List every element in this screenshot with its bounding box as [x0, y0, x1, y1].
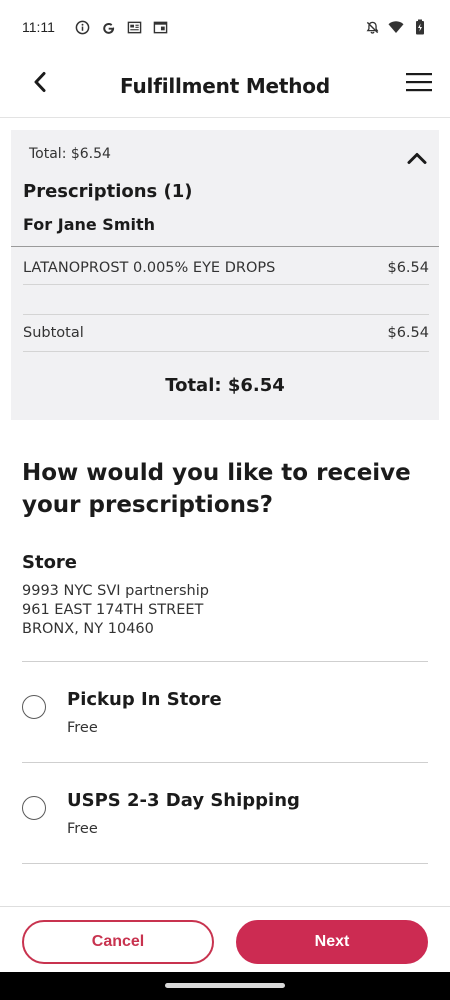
divider — [23, 284, 429, 285]
patient-name: For Jane Smith — [23, 215, 156, 234]
order-summary-panel: Total: $6.54 Prescriptions (1) For Jane … — [11, 130, 439, 420]
fulfillment-question: How would you like to receive your presc… — [22, 460, 411, 518]
grand-total: Total: $6.54 — [165, 375, 285, 396]
subtotal-label: Subtotal — [23, 325, 84, 341]
prescriptions-heading: Prescriptions (1) — [23, 181, 193, 202]
chevron-left-icon — [34, 72, 46, 92]
pickup-radio[interactable] — [22, 695, 46, 719]
store-address-line: BRONX, NY 10460 — [22, 621, 154, 637]
subtotal-row: Subtotal $6.54 — [23, 325, 429, 341]
line-item: LATANOPROST 0.005% EYE DROPS $6.54 — [23, 260, 429, 276]
collapse-summary-button[interactable] — [405, 148, 429, 168]
status-time: 11:11 — [22, 19, 55, 35]
divider — [22, 661, 428, 662]
option-usps-shipping[interactable]: USPS 2-3 Day Shipping Free — [22, 787, 428, 867]
store-label: Store — [22, 552, 78, 573]
bell-off-icon — [364, 19, 380, 35]
bottom-action-bar: Cancel Next — [0, 906, 450, 972]
back-button[interactable] — [26, 68, 54, 96]
option-price: Free — [67, 821, 98, 837]
line-item-price: $6.54 — [387, 260, 429, 276]
option-title: Pickup In Store — [67, 689, 222, 710]
news-icon — [127, 19, 143, 35]
divider — [23, 351, 429, 352]
store-address-line: 9993 NYC SVI partnership — [22, 583, 209, 599]
divider — [22, 863, 428, 864]
divider — [11, 246, 439, 247]
option-price: Free — [67, 720, 98, 736]
window-icon — [153, 19, 169, 35]
chevron-up-icon — [407, 153, 427, 164]
status-left: 11:11 — [22, 19, 169, 35]
home-gesture-handle[interactable] — [165, 983, 285, 988]
store-address-line: 961 EAST 174TH STREET — [22, 602, 204, 618]
info-icon — [75, 19, 91, 35]
status-right — [364, 19, 428, 35]
next-button[interactable]: Next — [236, 920, 428, 964]
summary-total-collapsed: Total: $6.54 — [29, 146, 111, 162]
system-nav-bar — [0, 972, 450, 1000]
option-title: USPS 2-3 Day Shipping — [67, 790, 300, 811]
shipping-radio[interactable] — [22, 796, 46, 820]
option-pickup-in-store[interactable]: Pickup In Store Free — [22, 686, 428, 766]
divider — [22, 762, 428, 763]
cancel-button[interactable]: Cancel — [22, 920, 214, 964]
wifi-icon — [388, 19, 404, 35]
battery-icon — [412, 19, 428, 35]
hamburger-menu-icon — [406, 73, 432, 92]
google-icon — [101, 19, 117, 35]
store-address: 9993 NYC SVI partnership 961 EAST 174TH … — [22, 582, 209, 639]
status-bar: 11:11 — [0, 0, 450, 54]
app-header: Fulfillment Method — [0, 54, 450, 118]
page-title: Fulfillment Method — [120, 73, 330, 98]
menu-button[interactable] — [404, 68, 434, 96]
divider — [23, 314, 429, 315]
line-item-name: LATANOPROST 0.005% EYE DROPS — [23, 260, 276, 276]
subtotal-value: $6.54 — [387, 325, 429, 341]
